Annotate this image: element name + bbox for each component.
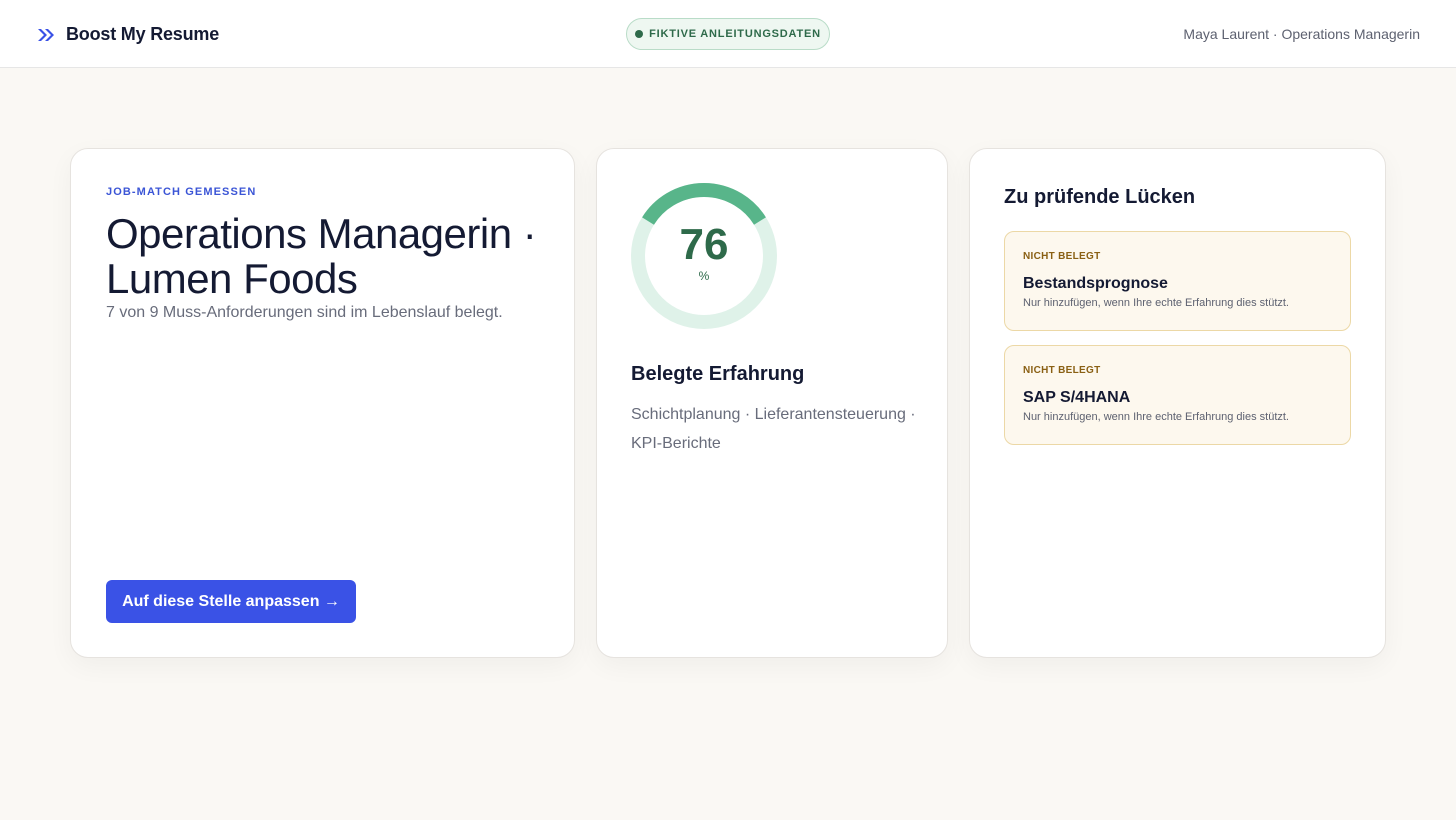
double-chevron-right-icon (38, 28, 54, 41)
gap-status-badge: NICHT BELEGT (1023, 365, 1101, 376)
demo-data-badge: FIKTIVE ANLEITUNGSDATEN (626, 18, 830, 50)
gap-name: SAP S/4HANA (1023, 389, 1131, 406)
tailor-to-job-button[interactable]: Auf diese Stelle anpassen → (106, 580, 356, 623)
gap-name: Bestandsprognose (1023, 275, 1168, 292)
gaps-card: Zu prüfende Lücken NICHT BELEGT Bestands… (969, 148, 1386, 658)
job-match-eyebrow: JOB-MATCH GEMESSEN (106, 186, 257, 198)
brand-name: Boost My Resume (66, 24, 220, 44)
gaps-title: Zu prüfende Lücken (1004, 186, 1196, 208)
match-score-unit: % (698, 269, 710, 283)
evidenced-skills-list: Schichtplanung · Lieferantensteuerung · … (631, 406, 916, 452)
requirements-summary: 7 von 9 Muss-Anforderungen sind im Leben… (106, 304, 503, 321)
top-bar: Boost My Resume FIKTIVE ANLEITUNGSDATEN … (0, 0, 1456, 68)
score-card: 76 % Belegte Erfahrung Schichtplanung · … (596, 148, 948, 658)
evidenced-experience-title: Belegte Erfahrung (631, 363, 805, 385)
gap-note: Nur hinzufügen, wenn Ihre echte Erfahrun… (1023, 411, 1289, 423)
job-title: Operations Managerin · Lumen Foods (106, 210, 537, 302)
gap-note: Nur hinzufügen, wenn Ihre echte Erfahrun… (1023, 297, 1289, 309)
gap-item: NICHT BELEGT SAP S/4HANA Nur hinzufügen,… (1004, 345, 1351, 445)
gauge-arc (642, 183, 766, 225)
gap-item: NICHT BELEGT Bestandsprognose Nur hinzuf… (1004, 231, 1351, 331)
brand[interactable]: Boost My Resume (36, 24, 219, 45)
user-info: Maya Laurent · Operations Managerin (1183, 26, 1420, 42)
match-score-value: 76 (679, 220, 729, 269)
demo-data-badge-label: FIKTIVE ANLEITUNGSDATEN (649, 28, 821, 40)
gap-status-badge: NICHT BELEGT (1023, 251, 1101, 262)
status-dot-icon (635, 30, 644, 38)
job-match-card: JOB-MATCH GEMESSEN Operations Managerin … (70, 148, 575, 658)
